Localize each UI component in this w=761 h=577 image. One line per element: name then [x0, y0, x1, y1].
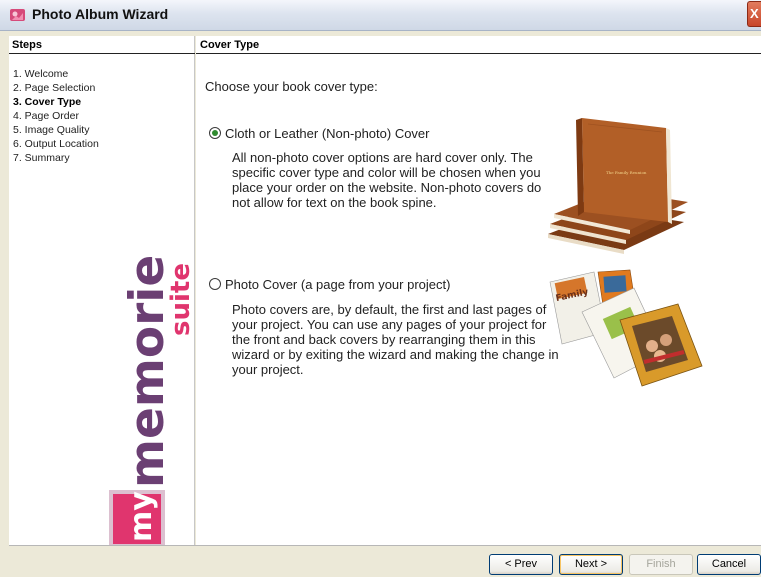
cloth-cover-description: All non-photo cover options are hard cov… [232, 150, 542, 210]
steps-list: 1. Welcome 2. Page Selection 3. Cover Ty… [13, 67, 99, 165]
photo-cover-description: Photo covers are, by default, the first … [232, 302, 559, 377]
content-header: Cover Type [196, 36, 761, 54]
title-bar: Photo Album Wizard X [0, 0, 761, 31]
step-item: 2. Page Selection [13, 82, 96, 94]
content-panel: Cover Type Choose your book cover type: … [196, 36, 761, 545]
finish-button[interactable]: Finish [629, 554, 693, 575]
close-button[interactable]: X [747, 1, 761, 27]
svg-text:The Family Reunion: The Family Reunion [606, 170, 647, 175]
cloth-cover-radio[interactable] [209, 127, 221, 139]
step-item: 1. Welcome [13, 68, 69, 80]
step-item: 6. Output Location [13, 138, 99, 150]
leather-book-stack-image: The Family Reunion [548, 118, 688, 254]
next-button[interactable]: Next > [559, 554, 623, 575]
prev-button[interactable]: < Prev [489, 554, 553, 575]
mymemories-suite-logo: suite memories my [109, 256, 196, 546]
photo-album-icon [10, 9, 25, 21]
photo-cover-option[interactable]: Photo Cover (a page from your project) P… [209, 276, 559, 377]
cancel-button[interactable]: Cancel [697, 554, 761, 575]
steps-panel: Steps 1. Welcome 2. Page Selection 3. Co… [9, 36, 196, 546]
step-item: 4. Page Order [13, 110, 79, 122]
step-item-current: 3. Cover Type [13, 96, 82, 108]
step-item: 5. Image Quality [13, 124, 90, 136]
steps-header: Steps [9, 36, 195, 54]
cover-type-prompt: Choose your book cover type: [205, 79, 378, 94]
wizard-button-row: < Prev Next > Finish Cancel [9, 545, 761, 577]
cloth-cover-option[interactable]: Cloth or Leather (Non-photo) Cover All n… [209, 125, 541, 210]
logo-prefix-text: my [124, 491, 159, 542]
photo-cover-label[interactable]: Photo Cover (a page from your project) [225, 277, 450, 292]
step-item: 7. Summary [13, 152, 70, 164]
window-title: Photo Album Wizard [32, 6, 169, 22]
photo-cover-radio[interactable] [209, 278, 221, 290]
cloth-cover-label[interactable]: Cloth or Leather (Non-photo) Cover [225, 126, 430, 141]
logo-main-text: memories [120, 256, 175, 488]
photo-cover-books-image: Family [549, 269, 703, 387]
